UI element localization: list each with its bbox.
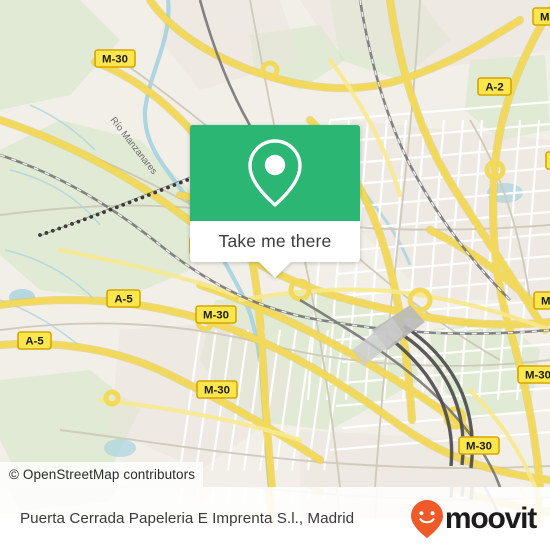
- svg-text:A-5: A-5: [114, 294, 133, 306]
- osm-attribution: © OpenStreetMap contributors: [0, 461, 204, 487]
- svg-text:M-30: M-30: [525, 370, 550, 382]
- svg-text:M-30: M-30: [541, 296, 550, 308]
- moovit-wordmark: moovit: [444, 501, 537, 535]
- popup-header: [190, 125, 360, 221]
- footer-bar: Río ManzanaresM-30A-2M-30M-30M-30A-5A-5M…: [0, 487, 550, 550]
- moovit-smiley-pin-icon: [410, 499, 443, 538]
- svg-text:A-5: A-5: [25, 336, 44, 348]
- svg-text:M-30: M-30: [102, 54, 128, 66]
- take-me-there-label: Take me there: [218, 231, 332, 251]
- moovit-map-card: Río ManzanaresM-30A-2M-30M-30M-30A-5A-5M…: [0, 0, 550, 550]
- svg-text:A-2: A-2: [485, 82, 503, 94]
- location-pin-icon: [248, 139, 302, 207]
- svg-text:M-30: M-30: [540, 12, 550, 24]
- popup-action-bar[interactable]: Take me there: [190, 221, 360, 262]
- moovit-logo: moovit: [410, 499, 537, 539]
- popup-pointer-tail: [259, 262, 291, 278]
- destination-popup[interactable]: Take me there: [190, 125, 360, 278]
- place-title: Puerta Cerrada Papeleria E Imprenta S.l.…: [20, 510, 355, 527]
- svg-text:M-30: M-30: [203, 310, 229, 322]
- svg-text:M-30: M-30: [466, 441, 492, 453]
- svg-text:M-30: M-30: [204, 385, 230, 397]
